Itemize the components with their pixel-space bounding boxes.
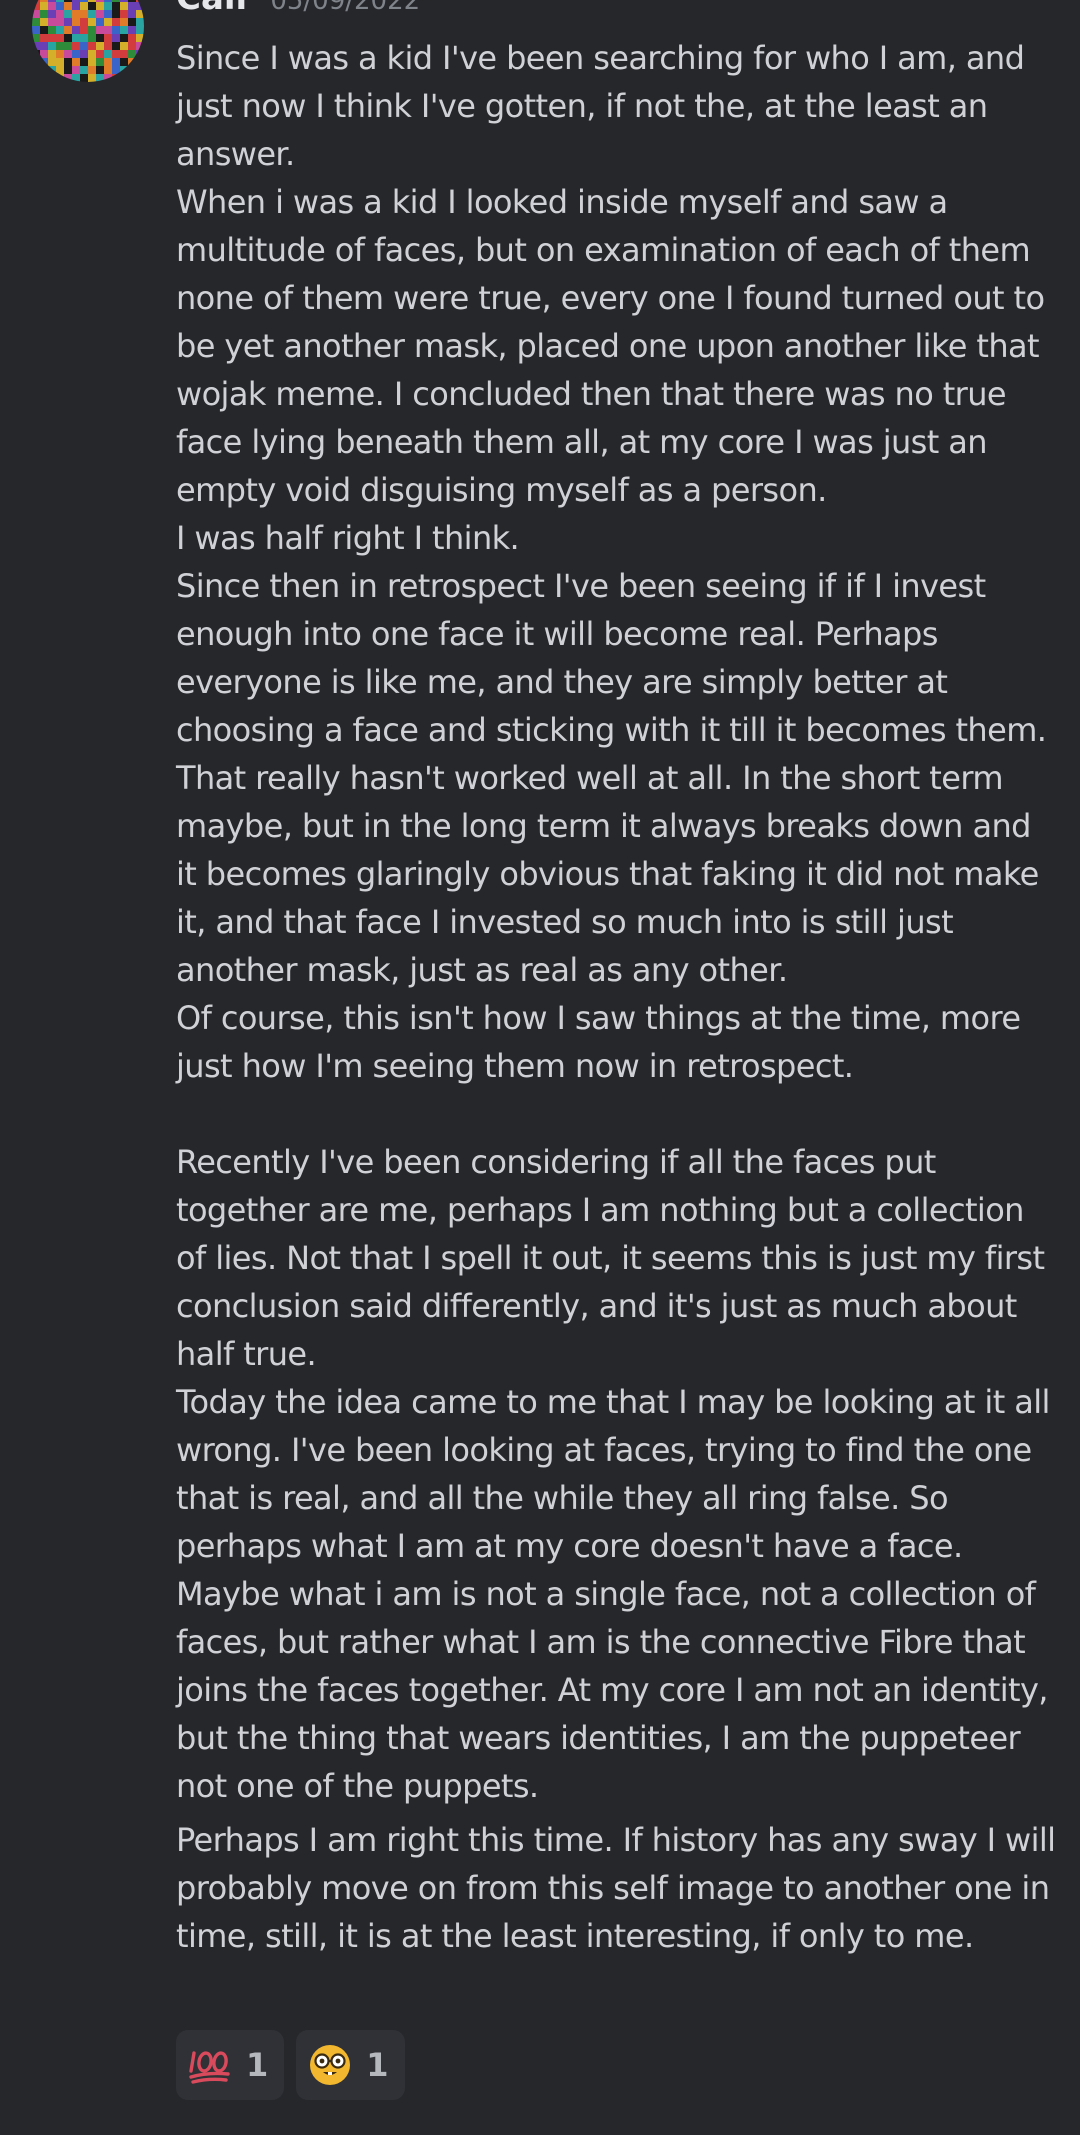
message-paragraph: Of course, this isn't how I saw things a… xyxy=(176,999,1021,1085)
message-header: Cali 05/09/2022 xyxy=(176,0,420,22)
reaction-nerd-face[interactable]: 1 xyxy=(296,2030,405,2100)
message-paragraph: Today the idea came to me that I may be … xyxy=(176,1383,1050,1565)
message-paragraph: I was half right I think. xyxy=(176,519,520,557)
message-paragraph: Recently I've been considering if all th… xyxy=(176,1143,1045,1373)
message-paragraph: Maybe what i am is not a single face, no… xyxy=(176,1575,1048,1805)
message-content: Since I was a kid I've been searching fo… xyxy=(176,34,1056,1960)
reaction-hundred-points[interactable]: 1 xyxy=(176,2030,285,2100)
author-name[interactable]: Cali xyxy=(176,0,247,18)
reactions-bar: 1 1 xyxy=(176,2030,405,2100)
message-paragraph: When i was a kid I looked inside myself … xyxy=(176,183,1045,509)
reaction-count: 1 xyxy=(366,2046,389,2084)
message-paragraph: Since I was a kid I've been searching fo… xyxy=(176,39,1025,173)
message-timestamp: 05/09/2022 xyxy=(270,0,421,16)
nerd-face-icon xyxy=(308,2043,352,2087)
hundred-points-icon xyxy=(188,2043,232,2087)
message-paragraph: Perhaps I am right this time. If history… xyxy=(176,1821,1056,1955)
reaction-count: 1 xyxy=(246,2046,269,2084)
message-paragraph: Since then in retrospect I've been seein… xyxy=(176,567,1047,989)
avatar[interactable] xyxy=(32,0,144,82)
